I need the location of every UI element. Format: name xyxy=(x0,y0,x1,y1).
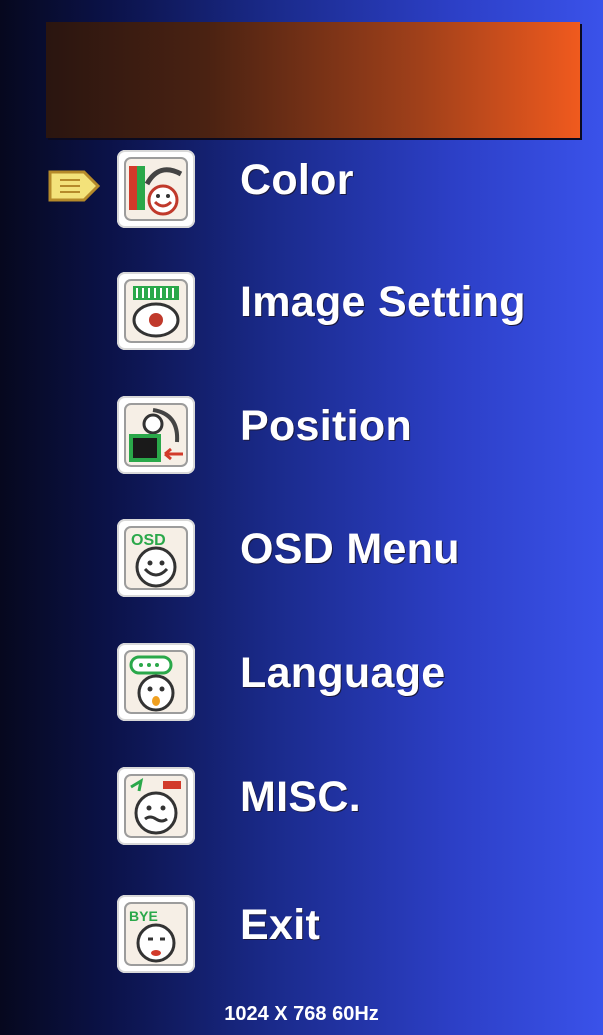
misc-icon xyxy=(117,767,195,845)
menu-item-language[interactable]: Language xyxy=(0,643,603,743)
menu-item-label: Image Setting xyxy=(240,278,526,326)
menu-item-label: Position xyxy=(240,402,413,450)
color-icon xyxy=(117,150,195,228)
menu-item-label: OSD Menu xyxy=(240,525,460,573)
selection-pointer-icon xyxy=(48,170,101,202)
menu-item-misc[interactable]: MISC. xyxy=(0,767,603,867)
menu-item-label: Exit xyxy=(240,901,321,949)
menu-item-position[interactable]: Position xyxy=(0,396,603,496)
menu-item-exit[interactable]: BYE Exit xyxy=(0,895,603,995)
image-setting-icon xyxy=(117,272,195,350)
menu-item-label: Color xyxy=(240,156,354,204)
resolution-status: 1024 X 768 60Hz xyxy=(224,1003,379,1025)
menu-item-label: MISC. xyxy=(240,773,361,821)
osd-menu-panel: Color Image Setting Position OSD OSD Men… xyxy=(0,0,603,1035)
menu-item-image-setting[interactable]: Image Setting xyxy=(0,272,603,372)
svg-text:OSD: OSD xyxy=(131,532,166,549)
menu-item-color[interactable]: Color xyxy=(0,150,603,250)
title-bar xyxy=(46,22,580,138)
menu-item-label: Language xyxy=(240,649,446,697)
language-icon xyxy=(117,643,195,721)
svg-text:BYE: BYE xyxy=(129,908,158,924)
exit-icon: BYE xyxy=(117,895,195,973)
osd-menu-icon: OSD xyxy=(117,519,195,597)
menu-item-osd-menu[interactable]: OSD OSD Menu xyxy=(0,519,603,619)
position-icon xyxy=(117,396,195,474)
